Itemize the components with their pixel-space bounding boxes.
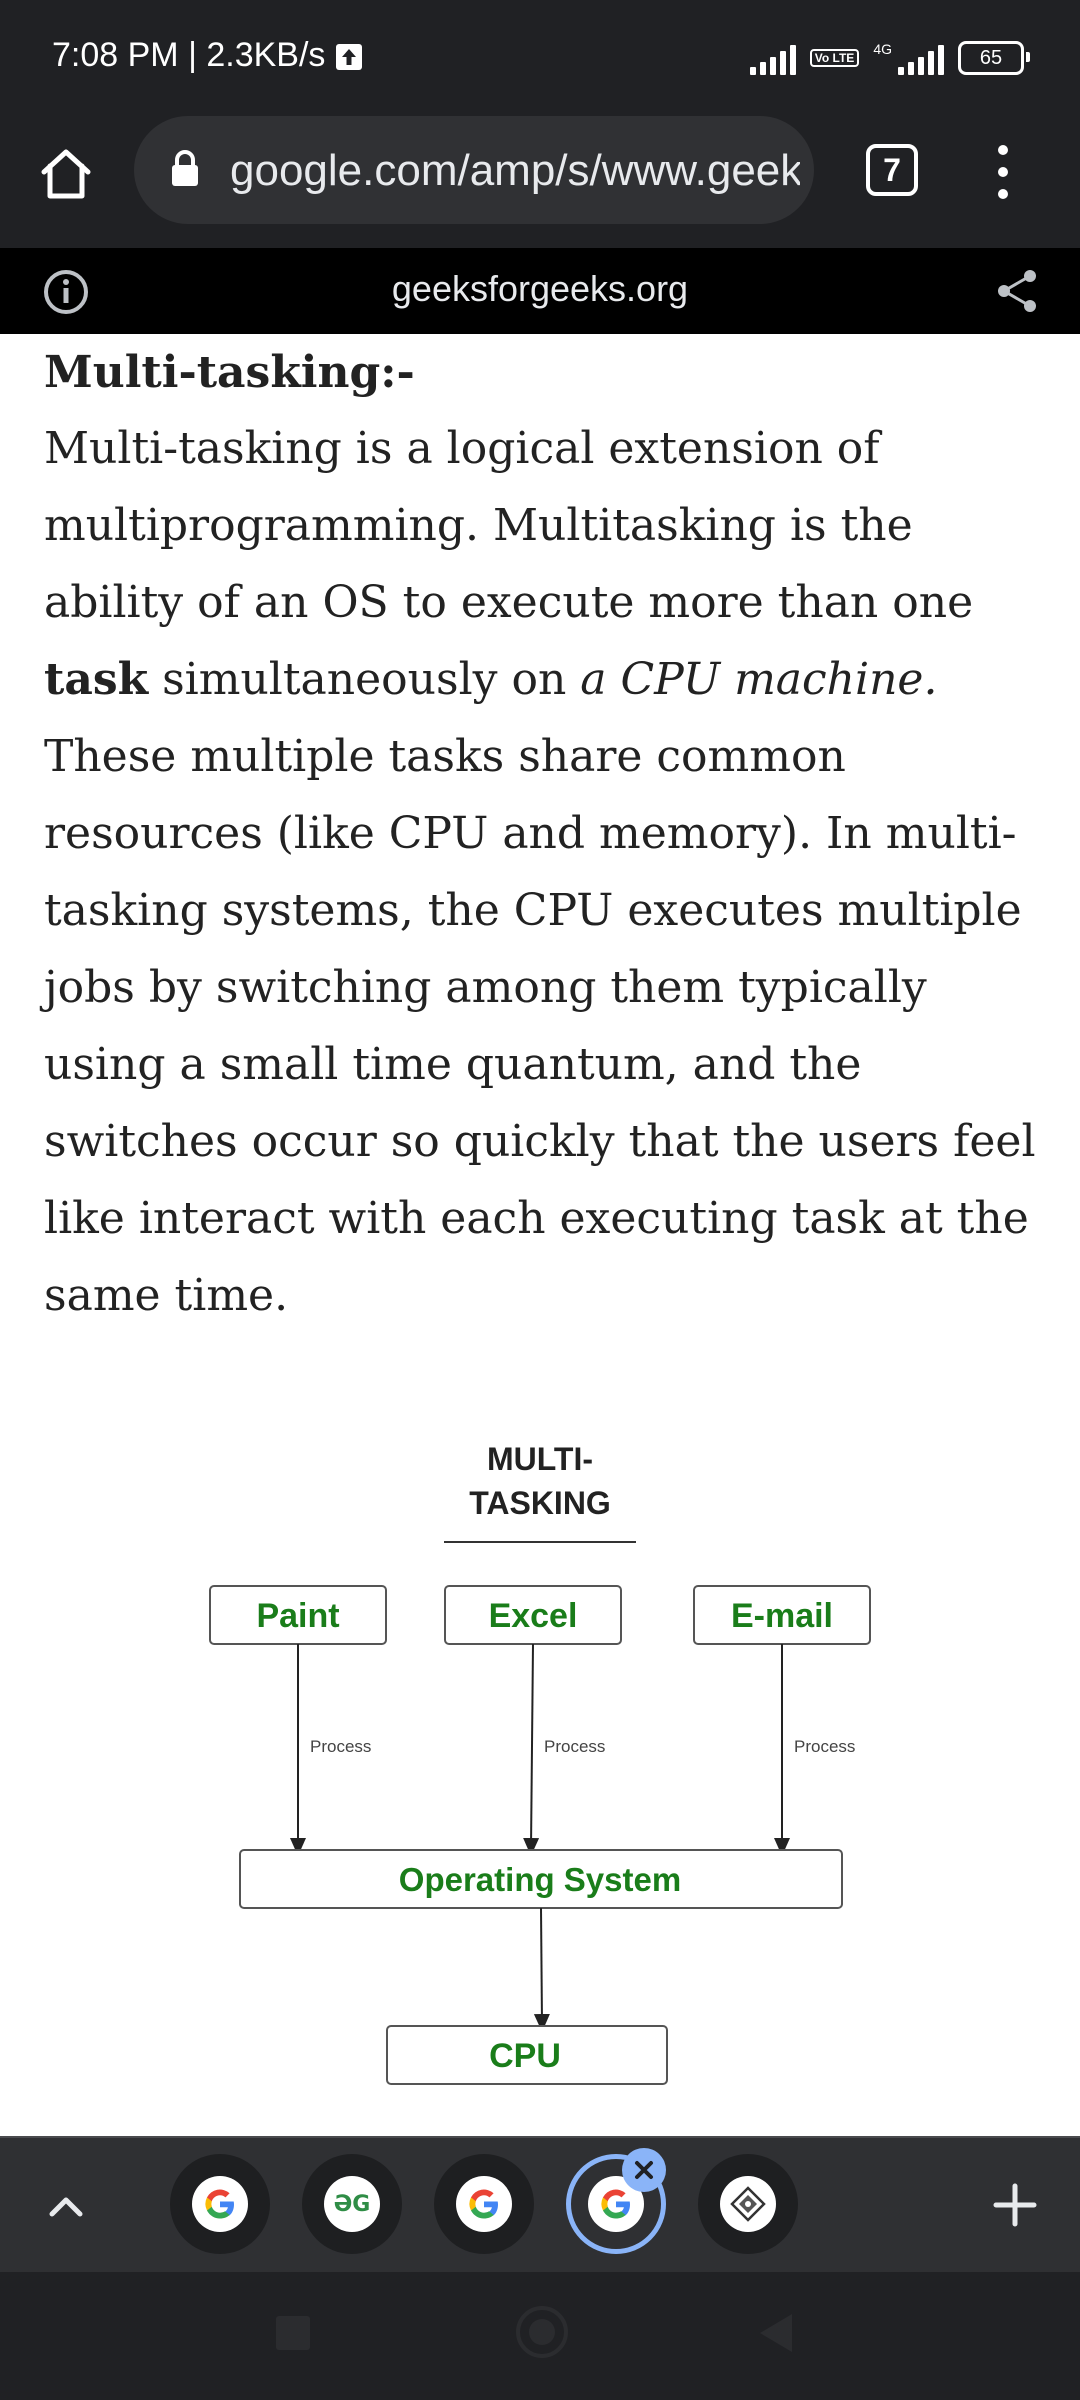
lock-icon — [172, 150, 198, 186]
os-label: Operating System — [399, 1861, 681, 1898]
article-content: Multi-tasking:- Multi-tasking is a logic… — [44, 336, 1044, 1334]
diagram-title-line2: TASKING — [469, 1485, 611, 1521]
battery-icon: 65 — [958, 41, 1030, 75]
italic-term: a CPU machine. — [580, 654, 938, 705]
bold-term: task — [44, 654, 149, 705]
process-arrow — [523, 1643, 540, 1856]
url-text: google.com/amp/s/www.geeksforgeeks.org — [230, 146, 800, 195]
info-icon[interactable] — [42, 268, 90, 316]
site-icon — [720, 2176, 776, 2232]
edge-label: Process — [794, 1737, 855, 1756]
tab-item[interactable]: ƏG — [302, 2154, 402, 2254]
home-icon[interactable] — [36, 144, 96, 204]
paragraph-text: These multiple tasks share common resour… — [44, 731, 1036, 1321]
browser-toolbar: google.com/amp/s/www.geeksforgeeks.org 7 — [0, 116, 1080, 250]
home-circle-icon[interactable] — [516, 2306, 568, 2358]
tab-item[interactable] — [698, 2154, 798, 2254]
menu-icon[interactable] — [988, 140, 1018, 204]
amp-info-bar: geeksforgeeks.org — [0, 248, 1080, 334]
paragraph-text: Multi-tasking is a logical extension of … — [44, 423, 974, 628]
back-icon[interactable] — [760, 2314, 792, 2352]
volte-badge: Vo LTE — [809, 49, 860, 67]
gfg-logo-text: ƏG — [333, 2191, 371, 2217]
signal-icon — [749, 41, 796, 75]
section-heading: Multi-tasking:- — [44, 347, 415, 398]
article-paragraph: Multi-tasking is a logical extension of … — [44, 410, 1044, 1334]
signal-icon-2 — [898, 41, 944, 75]
tab-strip: ƏG — [0, 2136, 1080, 2272]
os-to-cpu-arrow — [533, 1907, 550, 2032]
google-icon — [456, 2176, 512, 2232]
url-field[interactable]: google.com/amp/s/www.geeksforgeeks.org — [134, 116, 814, 224]
geeksforgeeks-icon: ƏG — [324, 2176, 380, 2232]
tab-item[interactable] — [434, 2154, 534, 2254]
tab-switcher-button[interactable]: 7 — [866, 144, 918, 196]
edge-label: Process — [544, 1737, 605, 1756]
app-label-email: E-mail — [731, 1597, 833, 1635]
close-tab-button[interactable] — [622, 2148, 666, 2192]
status-time: 7:08 PM | 2.3KB/s — [52, 36, 326, 74]
chevron-up-icon[interactable] — [40, 2180, 92, 2232]
system-nav-bar — [0, 2272, 1080, 2400]
status-icons: Vo LTE 4G 65 — [749, 38, 1030, 78]
paragraph-text: simultaneously on — [148, 654, 581, 705]
app-label-excel: Excel — [489, 1597, 578, 1635]
multitasking-diagram: MULTI- TASKING Paint Excel E-mail Proces… — [209, 1441, 871, 2085]
add-tab-icon[interactable] — [986, 2176, 1044, 2234]
site-domain: geeksforgeeks.org — [391, 268, 689, 309]
diagram-title-line1: MULTI- — [487, 1441, 593, 1477]
share-icon[interactable] — [994, 266, 1040, 316]
battery-level: 65 — [979, 46, 1003, 69]
status-bar: 7:08 PM | 2.3KB/s Vo LTE 4G 65 — [0, 0, 1080, 116]
network-type: 4G — [873, 41, 892, 57]
edge-label: Process — [310, 1737, 371, 1756]
tab-item[interactable] — [170, 2154, 270, 2254]
app-label-paint: Paint — [256, 1597, 339, 1635]
recents-icon[interactable] — [276, 2316, 310, 2350]
close-icon — [635, 2161, 653, 2179]
cpu-label: CPU — [489, 2037, 561, 2075]
upload-icon — [336, 44, 362, 70]
google-icon — [192, 2176, 248, 2232]
